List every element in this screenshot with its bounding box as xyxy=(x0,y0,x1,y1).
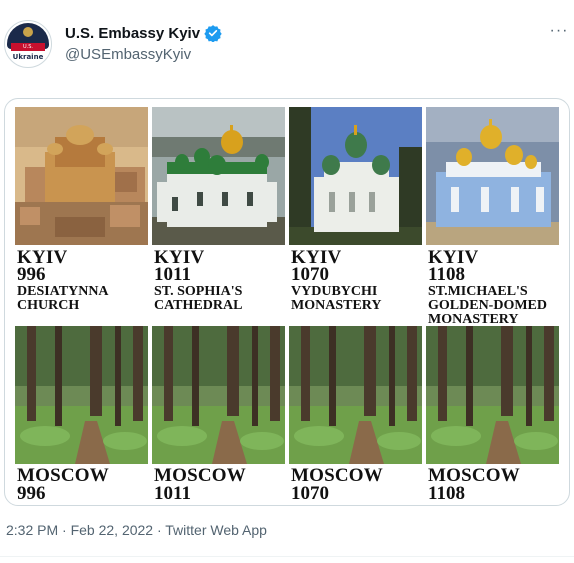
caption-year: 1070 xyxy=(291,483,329,504)
forest-image xyxy=(15,326,148,464)
forest-image xyxy=(426,326,559,464)
caption-year: 996 xyxy=(17,264,46,285)
tweet-timestamp[interactable]: 2:32 PM · Feb 22, 2022 · Twitter Web App xyxy=(6,522,267,538)
avatar-country: Ukraine xyxy=(12,53,44,61)
caption-year: 996 xyxy=(17,483,46,504)
avatar[interactable]: U.S. EMBASSY Ukraine xyxy=(4,20,52,68)
tweet-image[interactable]: KYIV 996 DESIATYNNA CHURCH KYIV 1011 ST.… xyxy=(4,98,570,506)
st-sophia-cathedral-image xyxy=(152,107,285,245)
caption-name: GOLDEN-DOMED xyxy=(428,298,547,313)
caption-name: CHURCH xyxy=(17,298,80,313)
caption-name: MONASTERY xyxy=(291,298,382,313)
caption-name: ST.MICHAEL'S xyxy=(428,284,528,299)
display-name[interactable]: U.S. Embassy Kyiv xyxy=(65,25,200,42)
eagle-emblem-icon xyxy=(23,27,33,37)
forest-image xyxy=(289,326,422,464)
caption-name: ST. SOPHIA'S xyxy=(154,284,243,299)
account-handle[interactable]: @USEmbassyKyiv xyxy=(65,46,191,63)
tweet-header: U.S. EMBASSY Ukraine U.S. Embassy Kyiv @… xyxy=(0,0,574,80)
caption-year: 1070 xyxy=(291,264,329,285)
vydubychi-monastery-image xyxy=(289,107,422,245)
desiatynna-church-image xyxy=(15,107,148,245)
caption-name: CATHEDRAL xyxy=(154,298,243,313)
caption-name: VYDUBYCHI xyxy=(291,284,378,299)
caption-year: 1108 xyxy=(428,483,465,504)
divider xyxy=(0,556,574,557)
caption-year: 1108 xyxy=(428,264,465,285)
st-michaels-monastery-image xyxy=(426,107,559,245)
forest-image xyxy=(152,326,285,464)
caption-name: DESIATYNNA xyxy=(17,284,109,299)
avatar-ribbon: U.S. EMBASSY xyxy=(11,43,45,58)
more-options-icon[interactable]: ··· xyxy=(548,23,570,44)
caption-year: 1011 xyxy=(154,483,191,504)
caption-name: MONASTERY xyxy=(428,312,519,327)
verified-badge-icon xyxy=(204,25,222,42)
caption-year: 1011 xyxy=(154,264,191,285)
